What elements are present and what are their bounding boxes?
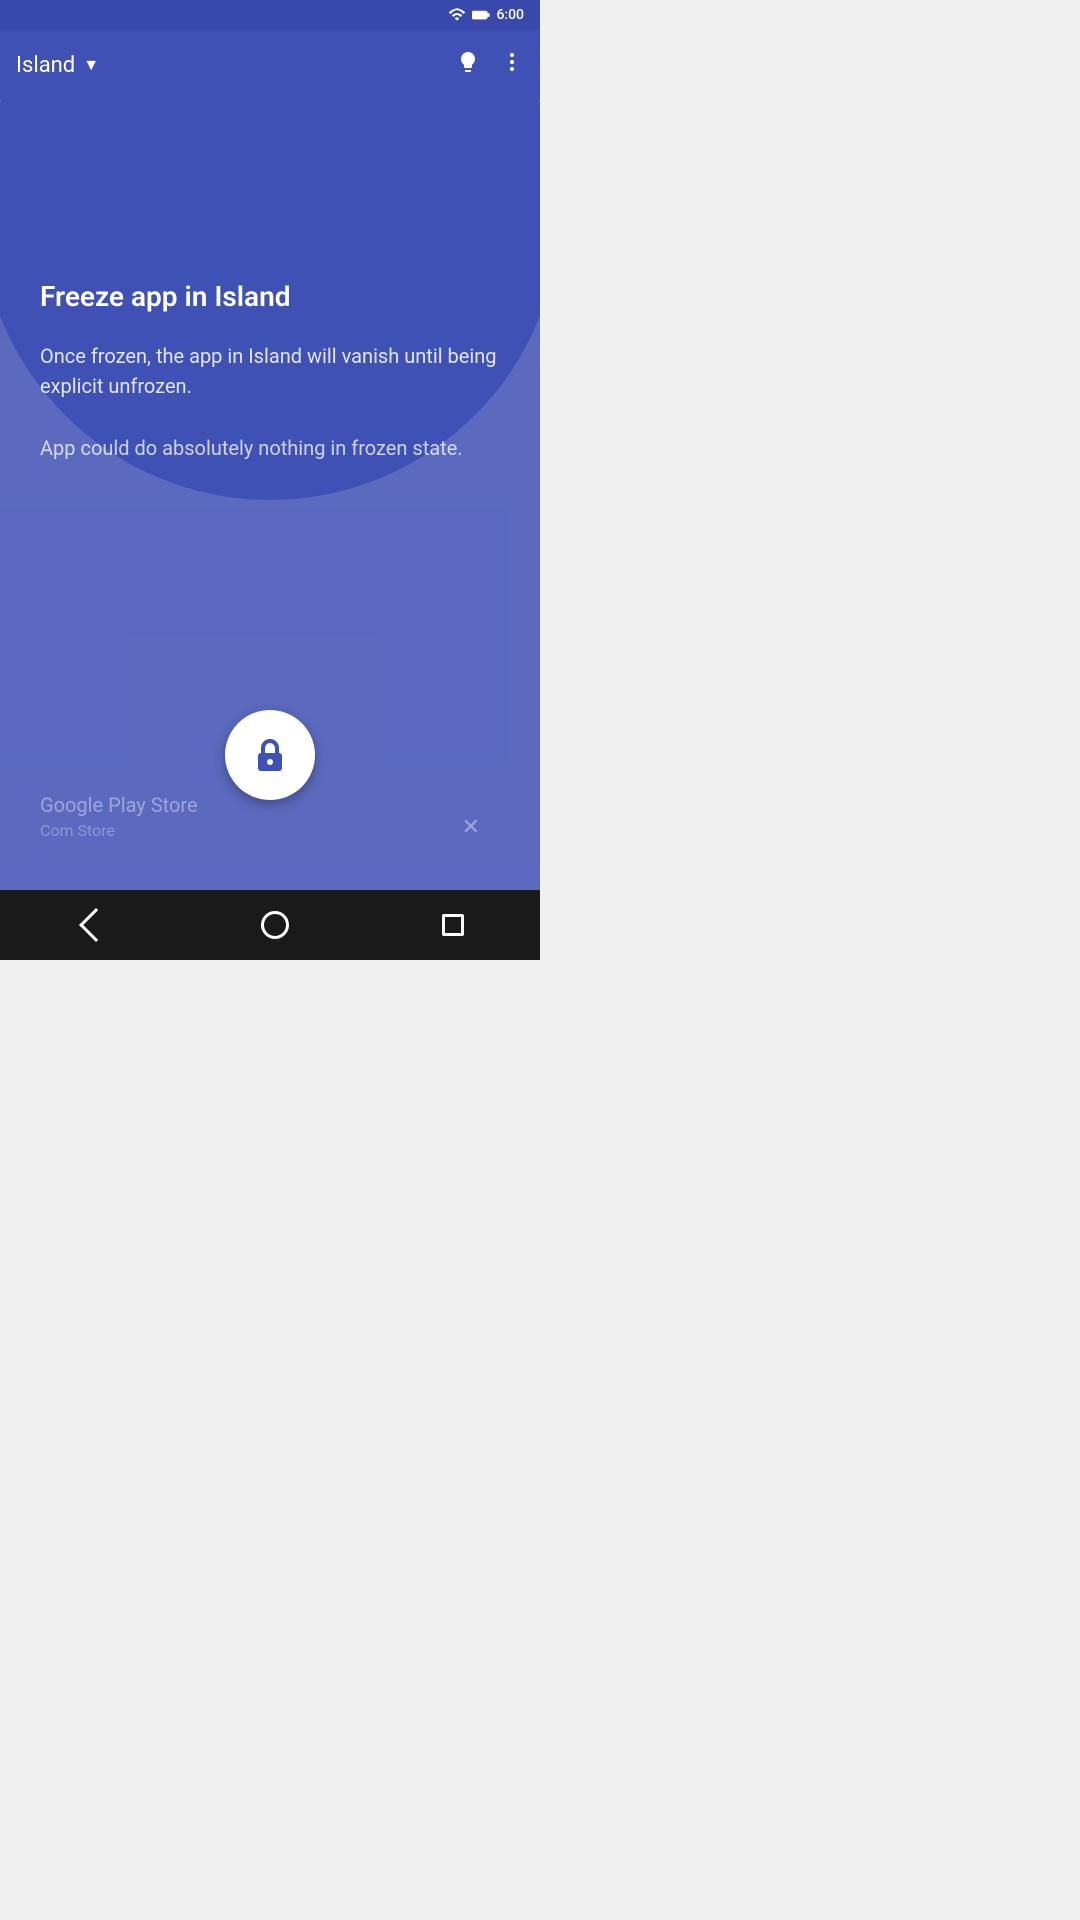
wifi-icon bbox=[448, 8, 466, 22]
overlay-description: Once frozen, the app in Island will vani… bbox=[40, 341, 500, 401]
freeze-button[interactable] bbox=[225, 710, 315, 800]
app-bar-actions bbox=[456, 50, 524, 80]
app-title: Island bbox=[16, 53, 75, 78]
battery-icon bbox=[472, 9, 490, 21]
overlay-close-hint: ✕ bbox=[462, 815, 480, 840]
back-button[interactable] bbox=[79, 908, 113, 942]
overlay-note: App could do absolutely nothing in froze… bbox=[40, 433, 500, 463]
overlay-title: Freeze app in Island bbox=[40, 280, 500, 313]
more-options-icon[interactable] bbox=[500, 50, 524, 80]
lightbulb-icon[interactable] bbox=[456, 50, 480, 80]
overlay-bottom-subtitle: Com Store bbox=[40, 821, 198, 840]
freeze-overlay[interactable]: Freeze app in Island Once frozen, the ap… bbox=[0, 100, 540, 900]
overlay-bottom-app-name: Google Play Store bbox=[40, 793, 198, 817]
home-button[interactable] bbox=[261, 911, 289, 939]
dropdown-icon: ▼ bbox=[83, 55, 99, 75]
lock-icon bbox=[250, 735, 290, 775]
content-area: Contacts Downloads bbox=[0, 100, 540, 900]
status-bar: 6:00 bbox=[0, 0, 540, 30]
app-bar: Island ▼ bbox=[0, 30, 540, 100]
status-icons: 6:00 bbox=[448, 7, 524, 23]
freeze-button-container bbox=[225, 710, 315, 800]
overlay-bottom-app-info: Google Play Store Com Store bbox=[40, 793, 198, 840]
status-time: 6:00 bbox=[496, 7, 524, 23]
recents-button[interactable] bbox=[442, 914, 464, 936]
navigation-bar bbox=[0, 890, 540, 960]
title-group[interactable]: Island ▼ bbox=[16, 53, 456, 78]
